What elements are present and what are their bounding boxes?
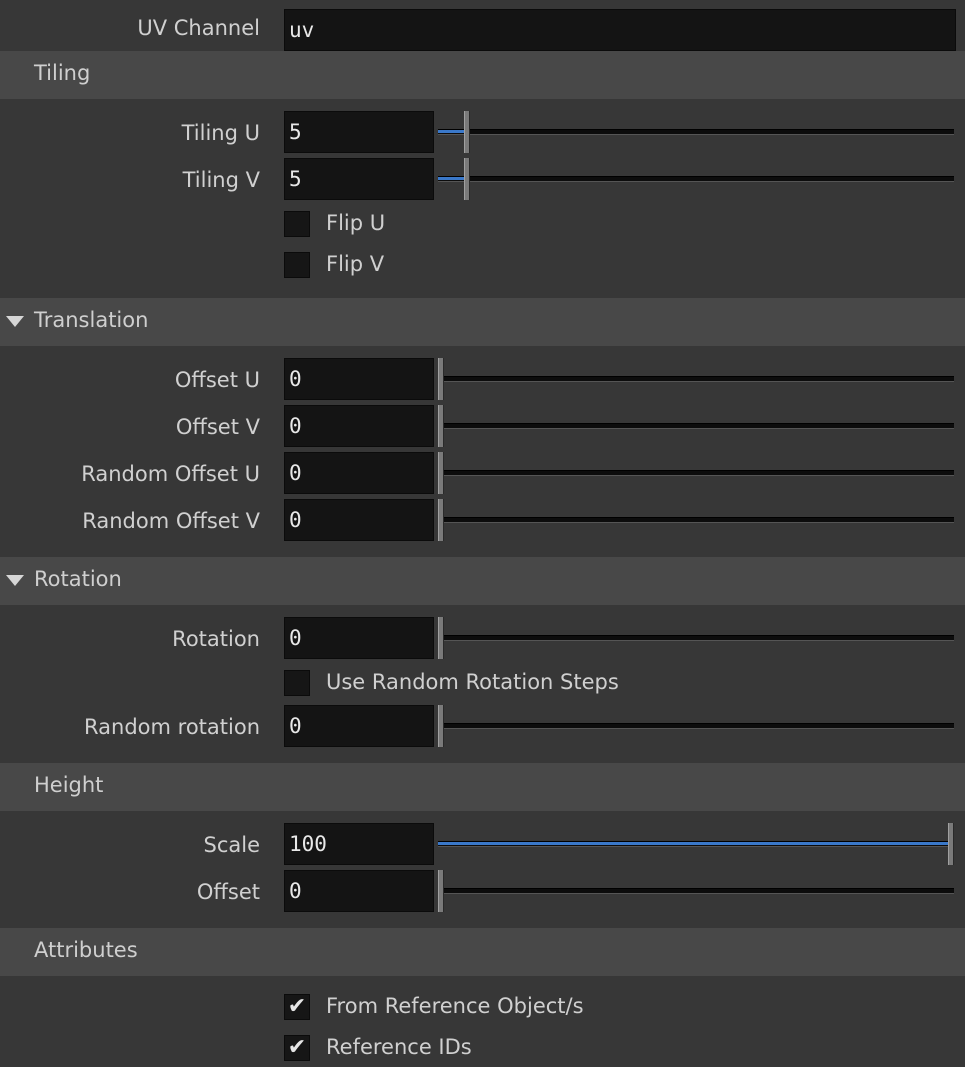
slider-handle[interactable] xyxy=(438,358,444,400)
tiling-v-input[interactable]: 5 xyxy=(284,158,434,200)
flip-u-checkbox[interactable] xyxy=(284,211,310,237)
flip-v-checkbox[interactable] xyxy=(284,252,310,278)
scale-slider[interactable] xyxy=(438,823,954,865)
section-attributes-header[interactable]: Attributes xyxy=(0,928,965,976)
random-offset-u-input[interactable]: 0 xyxy=(284,452,434,494)
offset-v-input[interactable]: 0 xyxy=(284,405,434,447)
scale-label: Scale xyxy=(203,833,261,857)
random-offset-v-slider[interactable] xyxy=(438,499,954,541)
random-offset-v-input[interactable]: 0 xyxy=(284,499,434,541)
section-title: Translation xyxy=(34,308,149,332)
slider-handle[interactable] xyxy=(438,617,444,659)
offset-v-slider[interactable] xyxy=(438,405,954,447)
check-icon: ✔ xyxy=(287,1035,307,1060)
tiling-v-slider[interactable] xyxy=(438,158,954,200)
section-title: Attributes xyxy=(34,938,138,962)
tiling-u-input[interactable]: 5 xyxy=(284,111,434,153)
random-offset-u-slider[interactable] xyxy=(438,452,954,494)
slider-handle[interactable] xyxy=(948,823,954,865)
uv-channel-input[interactable]: uv xyxy=(284,9,956,51)
section-rotation-header[interactable]: Rotation xyxy=(0,557,965,605)
triangle-down-icon[interactable] xyxy=(6,575,24,586)
random-rotation-input[interactable]: 0 xyxy=(284,705,434,747)
slider-handle[interactable] xyxy=(438,705,444,747)
from-reference-checkbox[interactable]: ✔ xyxy=(284,994,310,1020)
reference-ids-label: Reference IDs xyxy=(326,1035,472,1059)
flip-u-label: Flip U xyxy=(326,211,386,235)
section-translation-header[interactable]: Translation xyxy=(0,298,965,346)
random-offset-v-label: Random Offset V xyxy=(82,509,260,533)
random-rotation-slider[interactable] xyxy=(438,705,954,747)
slider-handle[interactable] xyxy=(438,452,444,494)
tiling-u-slider[interactable] xyxy=(438,111,954,153)
section-title: Rotation xyxy=(34,567,122,591)
slider-handle[interactable] xyxy=(438,499,444,541)
rotation-slider[interactable] xyxy=(438,617,954,659)
section-height-header[interactable]: Height xyxy=(0,763,965,811)
from-reference-label: From Reference Object/s xyxy=(326,994,584,1018)
uv-channel-label: UV Channel xyxy=(137,16,260,40)
height-offset-slider[interactable] xyxy=(438,870,954,912)
section-tiling-header[interactable]: Tiling xyxy=(0,51,965,99)
tiling-v-label: Tiling V xyxy=(182,168,260,192)
offset-u-label: Offset U xyxy=(174,368,260,392)
height-offset-label: Offset xyxy=(196,880,260,904)
random-rotation-label: Random rotation xyxy=(84,715,260,739)
slider-handle[interactable] xyxy=(464,158,470,200)
rotation-input[interactable]: 0 xyxy=(284,617,434,659)
triangle-down-icon[interactable] xyxy=(6,316,24,327)
check-icon: ✔ xyxy=(287,994,307,1019)
use-random-rotation-steps-label: Use Random Rotation Steps xyxy=(326,670,619,694)
section-title: Height xyxy=(34,773,104,797)
section-title: Tiling xyxy=(34,61,91,85)
rotation-label: Rotation xyxy=(172,627,260,651)
flip-v-label: Flip V xyxy=(326,252,385,276)
random-offset-u-label: Random Offset U xyxy=(81,462,260,486)
tiling-u-label: Tiling U xyxy=(181,121,260,145)
slider-handle[interactable] xyxy=(438,870,444,912)
scale-input[interactable]: 100 xyxy=(284,823,434,865)
slider-handle[interactable] xyxy=(438,405,444,447)
use-random-rotation-steps-checkbox[interactable] xyxy=(284,670,310,696)
height-offset-input[interactable]: 0 xyxy=(284,870,434,912)
offset-u-slider[interactable] xyxy=(438,358,954,400)
reference-ids-checkbox[interactable]: ✔ xyxy=(284,1035,310,1061)
offset-v-label: Offset V xyxy=(175,415,260,439)
slider-handle[interactable] xyxy=(464,111,470,153)
offset-u-input[interactable]: 0 xyxy=(284,358,434,400)
